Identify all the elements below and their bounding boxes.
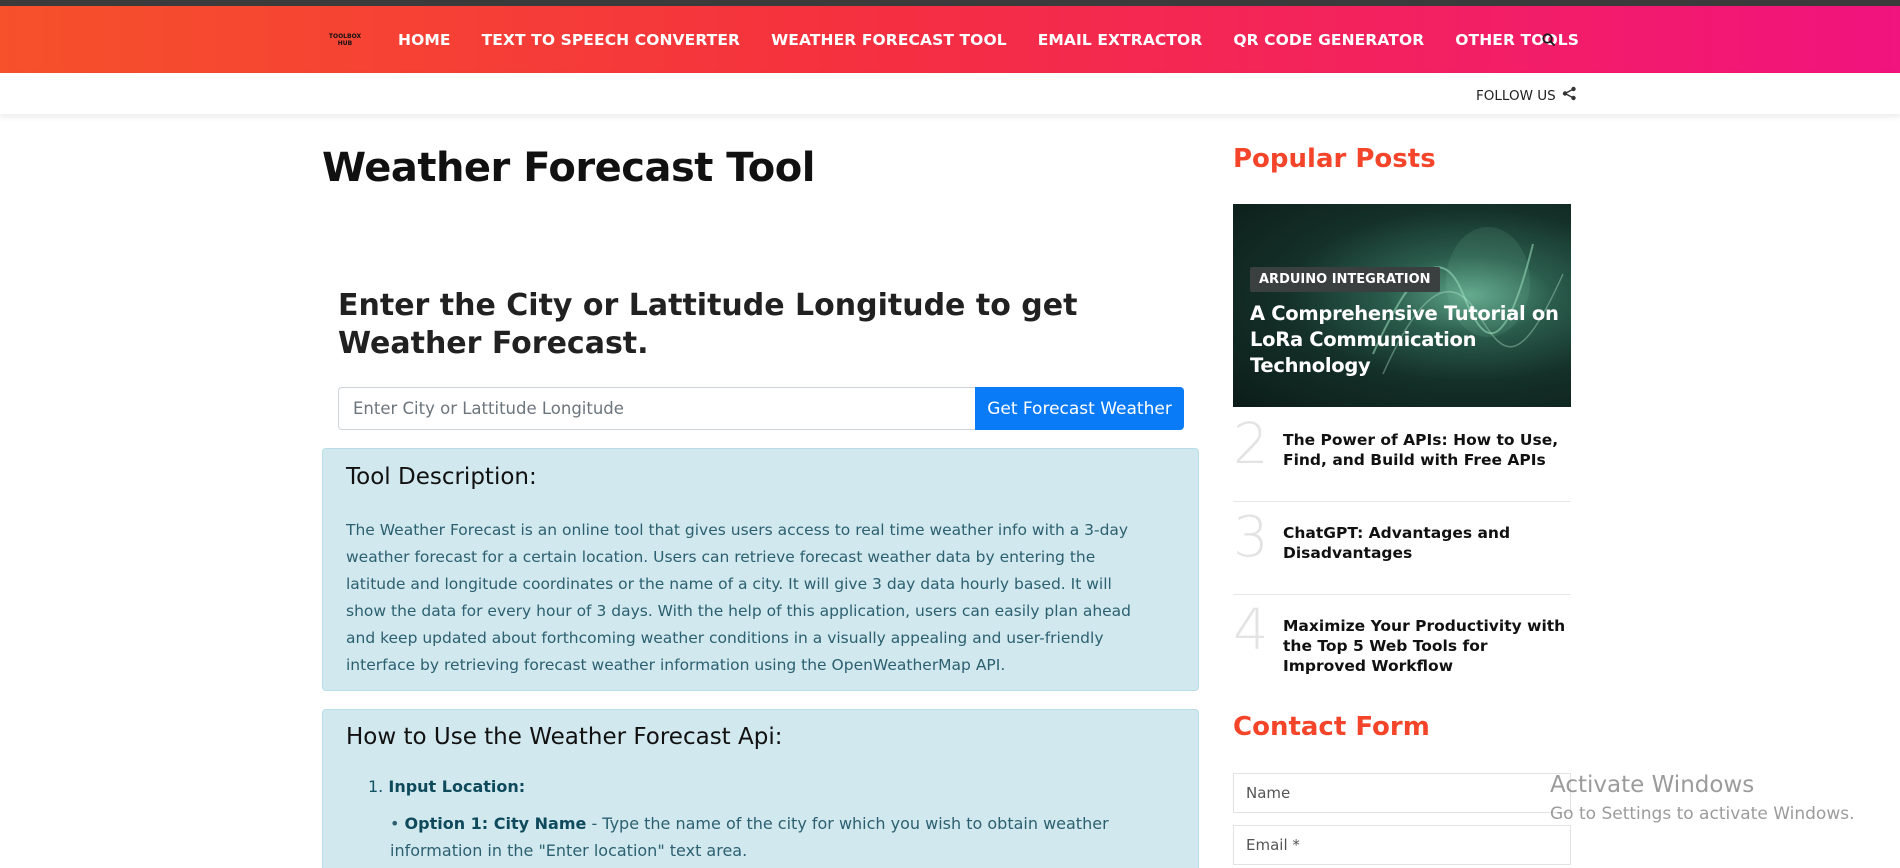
contact-name-field[interactable] [1233, 773, 1571, 813]
featured-post-title[interactable]: A Comprehensive Tutorial on LoRa Communi… [1250, 301, 1565, 379]
how-to-use-box: How to Use the Weather Forecast Api: 1. … [322, 709, 1199, 868]
contact-form-heading: Contact Form [1233, 712, 1430, 742]
logo-line-1: TOOLBOX [328, 33, 362, 40]
popular-post-item[interactable]: 4 Maximize Your Productivity with the To… [1233, 596, 1571, 688]
get-forecast-button[interactable]: Get Forecast Weather [975, 387, 1184, 430]
post-title[interactable]: ChatGPT: Advantages and Disadvantages [1283, 523, 1573, 563]
contact-email-field[interactable] [1233, 825, 1571, 865]
tool-description-title: Tool Description: [346, 464, 537, 490]
nav-menu: HOME TEXT TO SPEECH CONVERTER WEATHER FO… [398, 6, 1579, 73]
nav-item-other-tools[interactable]: OTHER TOOLS [1455, 31, 1579, 49]
nav-item-home[interactable]: HOME [398, 31, 451, 49]
popular-posts-heading: Popular Posts [1233, 144, 1436, 174]
step-1-label: Input Location: [388, 777, 526, 796]
how-to-use-title: How to Use the Weather Forecast Api: [346, 724, 783, 750]
featured-post[interactable]: ARDUINO INTEGRATION A Comprehensive Tuto… [1233, 204, 1571, 407]
category-badge[interactable]: ARDUINO INTEGRATION [1250, 267, 1440, 292]
post-rank: 4 [1233, 598, 1269, 663]
form-heading: Enter the City or Lattitude Longitude to… [338, 288, 1078, 361]
location-input[interactable] [338, 387, 975, 430]
option-1-bullet: • [390, 814, 400, 833]
follow-us[interactable]: FOLLOW US [1476, 86, 1577, 105]
post-rank: 3 [1233, 505, 1269, 570]
nav-item-text-to-speech[interactable]: TEXT TO SPEECH CONVERTER [482, 31, 741, 49]
follow-us-label: FOLLOW US [1476, 87, 1556, 104]
location-search-form: Get Forecast Weather [338, 387, 1184, 430]
option-1: • Option 1: City Name - Type the name of… [390, 810, 1168, 864]
nav-item-email-extractor[interactable]: EMAIL EXTRACTOR [1038, 31, 1203, 49]
search-icon[interactable] [1541, 32, 1557, 48]
main-navbar: TOOLBOX HUB HOME TEXT TO SPEECH CONVERTE… [0, 6, 1900, 73]
logo-line-2: HUB [337, 40, 353, 47]
watermark-title: Activate Windows [1550, 772, 1755, 798]
steps-list: 1. Input Location: • Option 1: City Name… [368, 777, 1168, 864]
popular-post-item[interactable]: 2 The Power of APIs: How to Use, Find, a… [1233, 410, 1571, 502]
page-title: Weather Forecast Tool [322, 145, 815, 191]
option-1-label: Option 1: City Name [404, 814, 587, 833]
step-1: 1. Input Location: [368, 777, 1168, 796]
post-rank: 2 [1233, 412, 1269, 477]
activate-windows-watermark: Activate Windows Go to Settings to activ… [1550, 772, 1855, 824]
share-icon [1562, 86, 1577, 105]
post-title[interactable]: The Power of APIs: How to Use, Find, and… [1283, 430, 1573, 470]
nav-item-qr-code-generator[interactable]: QR CODE GENERATOR [1233, 31, 1424, 49]
follow-bar: FOLLOW US [0, 73, 1900, 114]
step-1-number: 1. [368, 777, 384, 796]
nav-item-weather-forecast[interactable]: WEATHER FORECAST TOOL [771, 31, 1007, 49]
site-logo[interactable]: TOOLBOX HUB [322, 33, 368, 53]
post-title[interactable]: Maximize Your Productivity with the Top … [1283, 616, 1573, 676]
popular-post-item[interactable]: 3 ChatGPT: Advantages and Disadvantages [1233, 503, 1571, 595]
watermark-subtitle: Go to Settings to activate Windows. [1550, 804, 1855, 824]
tool-description-text: The Weather Forecast is an online tool t… [346, 521, 1132, 674]
tool-description-box: Tool Description: The Weather Forecast i… [322, 448, 1199, 691]
